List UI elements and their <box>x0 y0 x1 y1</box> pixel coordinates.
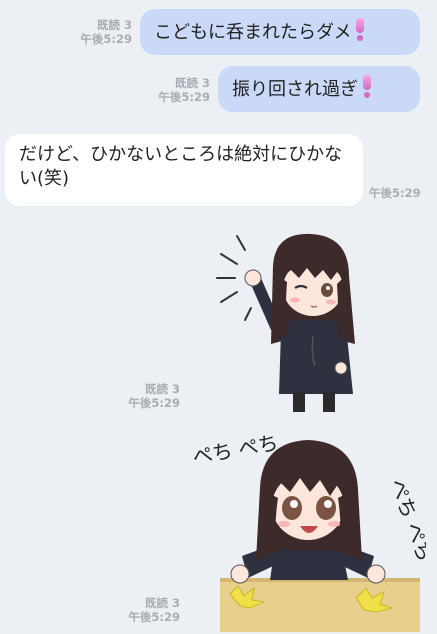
outgoing-message-bubble[interactable]: 振り回され過ぎ <box>218 66 420 112</box>
message-text: 振り回され過ぎ <box>232 79 358 100</box>
read-receipt: 既読 3 <box>144 382 180 396</box>
timestamp: 午後5:29 <box>80 32 132 46</box>
timestamp: 午後5:29 <box>158 90 210 104</box>
message-meta: 既読 3 午後5:29 <box>148 76 210 104</box>
timestamp: 午後5:29 <box>369 186 421 200</box>
incoming-message-bubble[interactable]: だけど、ひかないところは絶対にひかない(笑) <box>5 134 363 206</box>
timestamp: 午後5:29 <box>128 396 180 410</box>
sfx-text: ぺち ぺち <box>385 476 426 565</box>
message-meta: 既読 3 午後5:29 <box>112 382 180 410</box>
read-receipt: 既読 3 <box>174 76 210 90</box>
read-receipt: 既読 3 <box>144 596 180 610</box>
message-text: こどもに呑まれたらダメ <box>154 22 352 43</box>
read-receipt: 既読 3 <box>96 18 132 32</box>
outgoing-message-bubble[interactable]: こどもに呑まれたらダメ <box>140 9 420 55</box>
message-text: だけど、ひかないところは絶対にひかない(笑) <box>19 144 343 189</box>
message-meta: 既読 3 午後5:29 <box>112 596 180 624</box>
exclamation-emoji-icon <box>355 18 365 41</box>
timestamp: 午後5:29 <box>128 610 180 624</box>
waving-girl-sticker[interactable] <box>215 226 365 416</box>
exclamation-emoji-icon <box>362 75 372 98</box>
message-meta: 既読 3 午後5:29 <box>70 18 132 46</box>
slapping-desk-girl-sticker[interactable]: ぺち ぺち ぺち ぺち <box>190 428 426 632</box>
